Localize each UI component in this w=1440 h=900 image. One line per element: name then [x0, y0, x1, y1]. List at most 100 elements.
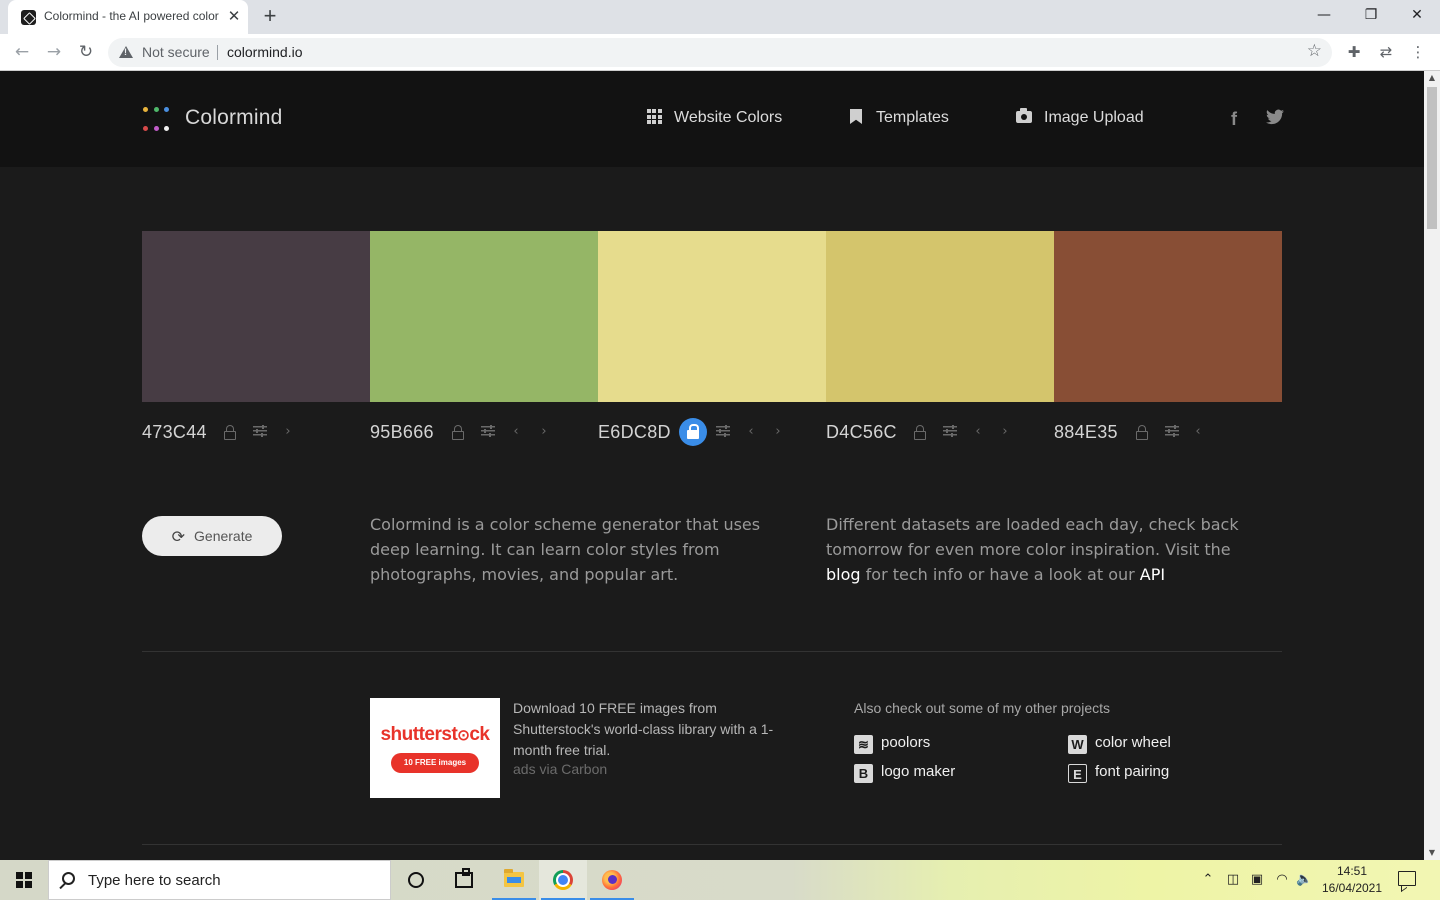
generate-button[interactable]: ⟳ Generate — [142, 516, 282, 556]
omnibox-divider — [217, 45, 218, 60]
extensions-puzzle-icon[interactable]: ✚ — [1343, 41, 1365, 63]
volume-icon[interactable]: 🔈 — [1296, 872, 1312, 888]
move-right-arrow-icon[interactable]: › — [997, 423, 1013, 441]
lock-icon[interactable] — [451, 425, 465, 440]
twitter-icon[interactable] — [1265, 109, 1285, 131]
move-left-arrow-icon[interactable]: ‹ — [1190, 423, 1206, 441]
move-left-arrow-icon[interactable]: ‹ — [970, 423, 986, 441]
site-header: Colormind Website Colors Templates Image… — [0, 71, 1424, 167]
nav-label: Image Upload — [1044, 109, 1144, 126]
colormind-logo-icon[interactable] — [142, 106, 170, 134]
logo-maker-icon: B — [854, 764, 873, 783]
taskbar-search-box[interactable]: Type here to search — [48, 860, 391, 900]
restore-button[interactable]: ❐ — [1358, 4, 1384, 26]
move-right-arrow-icon[interactable]: › — [280, 423, 296, 441]
bookmark-star-icon[interactable]: ☆ — [1307, 41, 1322, 61]
nav-website-colors[interactable]: Website Colors — [644, 109, 782, 131]
url-text[interactable]: colormind.io — [227, 44, 302, 60]
shutterstock-ad-image[interactable]: shutterst⊙ck 10 FREE images — [370, 698, 500, 798]
chrome-menu-icon[interactable]: ⋮ — [1407, 41, 1429, 63]
facebook-icon[interactable]: f — [1224, 109, 1244, 131]
hex-code[interactable]: 95B666 — [370, 422, 434, 443]
api-link[interactable]: API — [1140, 565, 1165, 584]
swatch-3[interactable] — [598, 231, 826, 402]
close-window-button[interactable]: ✕ — [1404, 4, 1430, 26]
lock-icon[interactable] — [223, 425, 237, 440]
chrome-icon — [553, 870, 573, 890]
show-hidden-icons-chevron-icon[interactable]: ⌃ — [1200, 872, 1216, 888]
file-explorer-icon — [504, 869, 524, 887]
hex-code[interactable]: 473C44 — [142, 422, 207, 443]
section-divider — [142, 651, 1282, 652]
move-left-arrow-icon[interactable]: ‹ — [508, 423, 524, 441]
datasets-middle: for tech info or have a look at our — [865, 565, 1135, 584]
move-left-arrow-icon[interactable]: ‹ — [743, 423, 759, 441]
nav-image-upload[interactable]: Image Upload — [1014, 108, 1144, 131]
nav-label: Website Colors — [674, 109, 783, 126]
adjust-sliders-icon[interactable] — [943, 425, 957, 437]
clock-date: 16/04/2021 — [1321, 881, 1383, 895]
ad-text[interactable]: Download 10 FREE images from Shutterstoc… — [513, 698, 793, 761]
blog-link[interactable]: blog — [826, 565, 861, 584]
start-button[interactable] — [0, 860, 48, 900]
adjust-sliders-icon[interactable] — [253, 425, 267, 437]
hex-code[interactable]: D4C56C — [826, 422, 897, 443]
back-arrow-icon[interactable]: ← — [10, 40, 34, 64]
search-placeholder: Type here to search — [88, 872, 221, 889]
swatch-2[interactable] — [370, 231, 598, 402]
swatch-1[interactable] — [142, 231, 370, 402]
page-content: Colormind Website Colors Templates Image… — [0, 71, 1424, 860]
camera-icon — [1014, 108, 1034, 127]
notifications-icon[interactable] — [1398, 871, 1416, 886]
new-tab-button[interactable]: + — [258, 5, 282, 29]
windows-taskbar: Type here to search ⌃ ◫ ▣ ◠ 🔈 14:51 16/0… — [0, 860, 1440, 900]
scroll-down-arrow-icon[interactable]: ▼ — [1424, 846, 1440, 860]
swatch-5[interactable] — [1054, 231, 1282, 402]
hex-code[interactable]: 884E35 — [1054, 422, 1118, 443]
adjust-sliders-icon[interactable] — [1165, 425, 1179, 437]
shutterstock-logo: shutterst⊙ck — [380, 724, 490, 745]
translate-extension-icon[interactable]: ⇄ — [1375, 41, 1397, 63]
search-icon — [62, 872, 75, 885]
datasets-prefix: Different datasets are loaded each day, … — [826, 515, 1239, 559]
reload-icon[interactable]: ↻ — [74, 40, 98, 64]
nav-templates[interactable]: Templates — [846, 109, 949, 131]
generate-label: Generate — [194, 528, 253, 544]
file-explorer-button[interactable] — [490, 860, 538, 900]
display-icon[interactable]: ▣ — [1249, 872, 1265, 888]
locked-lock-icon[interactable] — [679, 418, 707, 446]
browser-tab[interactable]: Colormind - the AI powered color ✕ — [8, 0, 248, 34]
meet-now-icon[interactable]: ◫ — [1225, 872, 1241, 888]
forward-arrow-icon[interactable]: → — [42, 40, 66, 64]
address-bar[interactable]: Not secure colormind.io ☆ — [108, 38, 1332, 67]
minimize-button[interactable]: — — [1311, 4, 1337, 26]
poolors-icon: ≋ — [854, 735, 873, 754]
page-scrollbar[interactable]: ▲ ▼ — [1424, 71, 1440, 860]
not-secure-label[interactable]: Not secure — [142, 44, 210, 60]
firefox-icon — [602, 870, 622, 890]
move-right-arrow-icon[interactable]: › — [770, 423, 786, 441]
task-view-button[interactable] — [440, 860, 488, 900]
tab-close-icon[interactable]: ✕ — [226, 7, 242, 25]
lock-icon[interactable] — [913, 425, 927, 440]
scroll-up-arrow-icon[interactable]: ▲ — [1424, 71, 1440, 85]
chrome-taskbar-button[interactable] — [539, 860, 587, 900]
taskbar-clock[interactable]: 14:51 16/04/2021 — [1316, 863, 1388, 897]
scrollbar-thumb[interactable] — [1427, 87, 1437, 229]
hex-code[interactable]: E6DC8D — [598, 422, 671, 443]
colormind-favicon-icon — [21, 10, 36, 25]
browser-toolbar: ← → ↻ Not secure colormind.io ☆ ✚ ⇄ ⋮ — [0, 34, 1440, 71]
firefox-taskbar-button[interactable] — [588, 860, 636, 900]
adjust-sliders-icon[interactable] — [716, 425, 730, 437]
cortana-button[interactable] — [392, 860, 440, 900]
ads-via-carbon-link[interactable]: ads via Carbon — [513, 761, 607, 777]
wifi-icon[interactable]: ◠ — [1274, 872, 1290, 888]
swatch-4[interactable] — [826, 231, 1054, 402]
move-right-arrow-icon[interactable]: › — [536, 423, 552, 441]
section-divider — [142, 844, 1282, 845]
windows-logo-icon — [16, 872, 32, 888]
free-images-badge: 10 FREE images — [391, 753, 479, 773]
adjust-sliders-icon[interactable] — [481, 425, 495, 437]
brand-name[interactable]: Colormind — [185, 106, 283, 130]
lock-icon[interactable] — [1135, 425, 1149, 440]
